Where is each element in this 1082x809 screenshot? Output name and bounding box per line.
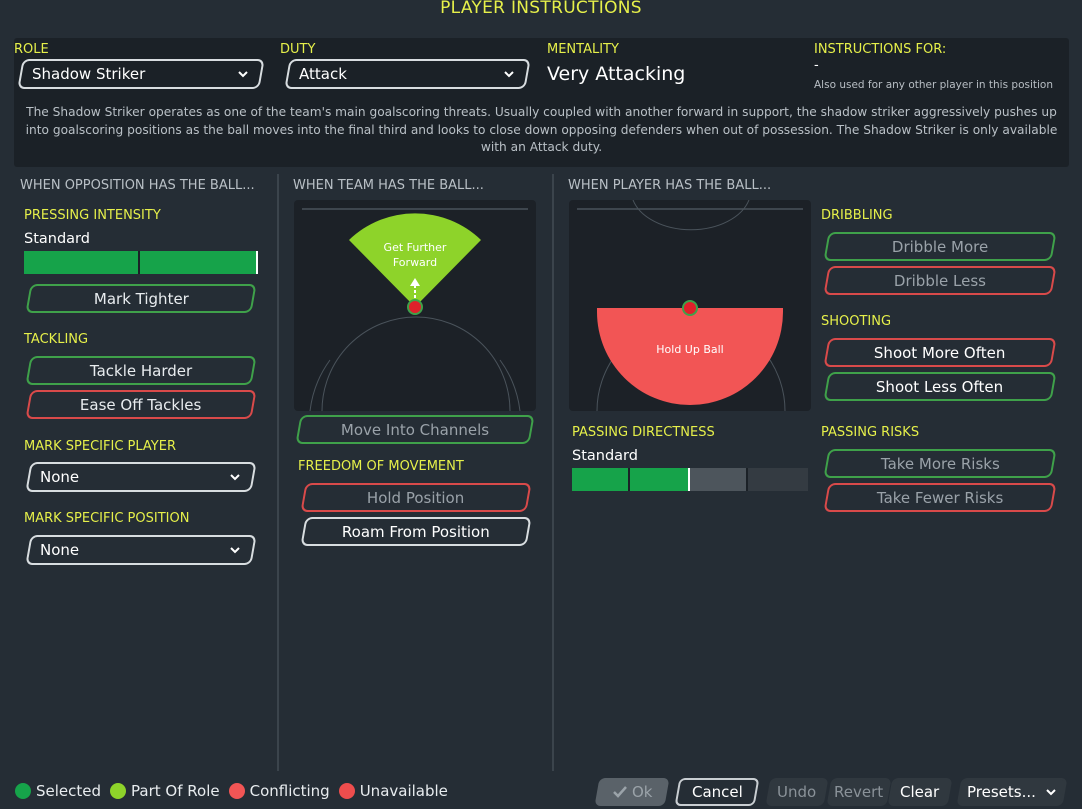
pitch-diagram: [577, 200, 803, 411]
legend-part-of-role: Part Of Role: [131, 782, 220, 800]
passing-directness-slider[interactable]: [572, 468, 808, 491]
passing-directness-value: Standard: [572, 448, 638, 464]
mark-specific-player-value: None: [40, 468, 80, 486]
mark-specific-player-dropdown[interactable]: None: [25, 462, 257, 492]
legend-unavailable: Unavailable: [359, 782, 448, 800]
mark-specific-player-label: MARK SPECIFIC PLAYER: [24, 439, 176, 454]
role-label: ROLE: [14, 42, 49, 57]
mark-specific-position-value: None: [40, 541, 80, 559]
conflicting-dot-icon: [228, 783, 245, 799]
mark-tighter-button[interactable]: Mark Tighter: [25, 284, 257, 313]
ease-off-tackles-button[interactable]: Ease Off Tackles: [25, 390, 257, 419]
hold-up-ball-label: Hold Up Ball: [656, 343, 724, 356]
instructions-for-note: Also used for any other player in this p…: [814, 79, 1053, 91]
player-marker: [407, 299, 423, 315]
slider-segment: [690, 468, 748, 491]
role-value: Shadow Striker: [32, 65, 146, 83]
move-into-channels-button[interactable]: Move Into Channels: [295, 415, 535, 444]
presets-button[interactable]: Presets...: [956, 778, 1068, 806]
role-dropdown[interactable]: Shadow Striker: [17, 59, 265, 89]
slider-segment: [24, 251, 140, 274]
mark-specific-position-dropdown[interactable]: None: [25, 535, 257, 565]
shoot-more-often-button[interactable]: Shoot More Often: [823, 338, 1057, 367]
opposition-heading: WHEN OPPOSITION HAS THE BALL...: [20, 178, 255, 193]
dribble-more-button[interactable]: Dribble More: [823, 232, 1057, 261]
slider-handle[interactable]: [256, 251, 258, 274]
get-further-forward-label: Get Further Forward: [383, 241, 447, 269]
instructions-for-label: INSTRUCTIONS FOR:: [814, 42, 947, 57]
tackle-harder-button[interactable]: Tackle Harder: [25, 356, 257, 385]
ok-button[interactable]: Ok: [594, 778, 670, 806]
mark-specific-position-label: MARK SPECIFIC POSITION: [24, 511, 190, 526]
chevron-down-icon: [504, 71, 514, 78]
dribble-less-button[interactable]: Dribble Less: [823, 266, 1057, 295]
chevron-down-icon: [230, 547, 240, 554]
chevron-down-icon: [230, 474, 240, 481]
team-heading: WHEN TEAM HAS THE BALL...: [293, 178, 484, 193]
player-marker: [682, 300, 698, 316]
clear-button[interactable]: Clear: [887, 778, 953, 806]
pitch-diagram: [302, 208, 528, 411]
pressing-intensity-label: PRESSING INTENSITY: [24, 208, 161, 223]
duty-value: Attack: [299, 65, 347, 83]
undo-button[interactable]: Undo: [765, 778, 829, 806]
column-divider: [277, 174, 279, 771]
passing-directness-label: PASSING DIRECTNESS: [572, 425, 715, 440]
legend-conflicting: Conflicting: [249, 782, 330, 800]
slider-segment: [572, 468, 630, 491]
legend-selected: Selected: [36, 782, 102, 800]
presets-label: Presets...: [966, 783, 1036, 801]
legend: Selected Part Of Role Conflicting Unavai…: [15, 782, 448, 800]
column-divider: [552, 174, 554, 771]
window-title: PLAYER INSTRUCTIONS: [440, 0, 642, 18]
freedom-of-movement-label: FREEDOM OF MOVEMENT: [298, 459, 464, 474]
team-pitch: Get Further Forward: [294, 200, 536, 411]
shooting-label: SHOOTING: [821, 314, 892, 329]
tackling-label: TACKLING: [24, 332, 89, 347]
hold-position-button[interactable]: Hold Position: [300, 483, 532, 512]
pressing-intensity-slider[interactable]: [24, 251, 258, 274]
checkmark-icon: [612, 786, 627, 798]
take-fewer-risks-button[interactable]: Take Fewer Risks: [823, 483, 1057, 512]
revert-button[interactable]: Revert: [826, 778, 892, 806]
selected-dot-icon: [15, 783, 31, 799]
role-description: The Shadow Striker operates as one of th…: [25, 105, 1058, 154]
part-of-role-dot-icon: [110, 783, 127, 799]
unavailable-dot-icon: [338, 783, 355, 799]
ok-label: Ok: [631, 783, 653, 801]
instructions-for-value: -: [814, 58, 819, 73]
slider-segment: [748, 468, 808, 491]
shoot-less-often-button[interactable]: Shoot Less Often: [823, 372, 1057, 401]
hold-up-zone: [597, 308, 783, 405]
mentality-label: MENTALITY: [547, 42, 619, 57]
chevron-down-icon: [1045, 789, 1056, 796]
slider-segment: [630, 468, 688, 491]
duty-label: DUTY: [280, 42, 316, 57]
cancel-button[interactable]: Cancel: [674, 778, 760, 806]
mentality-value: Very Attacking: [547, 63, 686, 85]
slider-segment: [140, 251, 256, 274]
player-heading: WHEN PLAYER HAS THE BALL...: [568, 178, 772, 193]
chevron-down-icon: [238, 71, 248, 78]
dribbling-label: DRIBBLING: [821, 208, 893, 223]
pressing-intensity-value: Standard: [24, 231, 90, 247]
player-pitch: Hold Up Ball: [569, 200, 811, 411]
passing-risks-label: PASSING RISKS: [821, 425, 920, 440]
roam-from-position-button[interactable]: Roam From Position: [300, 517, 532, 546]
duty-dropdown[interactable]: Attack: [284, 59, 531, 89]
take-more-risks-button[interactable]: Take More Risks: [823, 449, 1057, 478]
